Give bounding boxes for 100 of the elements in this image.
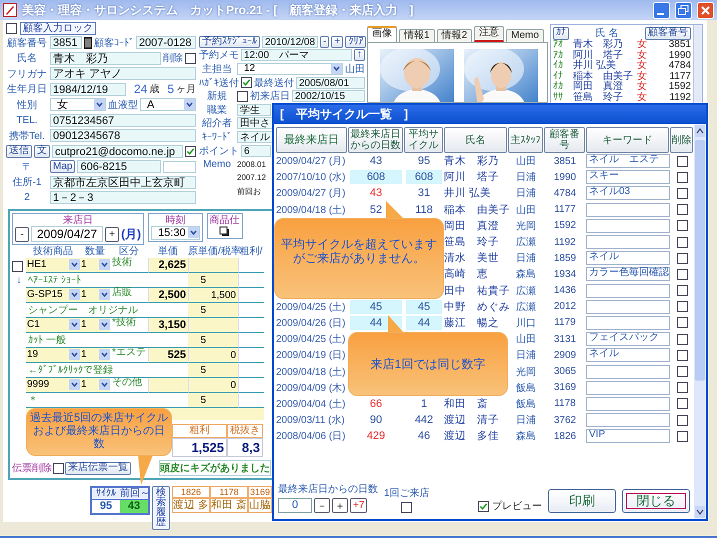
text-field[interactable]: 2007-0128 (136, 36, 196, 50)
checkbox[interactable] (237, 90, 248, 102)
product-code-dropdown[interactable]: C1 (26, 318, 80, 332)
restore-icon[interactable] (675, 2, 692, 18)
date-field[interactable]: 2009/04/27 (31, 226, 104, 242)
column-header[interactable]: キーワード (586, 127, 669, 153)
keyword-field[interactable]: カラー色毎回確認 (586, 267, 670, 282)
keyword-field[interactable]: ネイル エステ (586, 154, 670, 168)
text-field[interactable]: 606-8215 (77, 160, 161, 174)
tab[interactable]: 情報2 (436, 29, 472, 42)
column-header[interactable]: 氏名 (444, 127, 507, 153)
checkbox[interactable] (185, 146, 196, 157)
text-field[interactable]: 6 (241, 144, 271, 157)
quantity-dropdown[interactable]: 1 (80, 318, 110, 332)
text-field[interactable]: 1984/12/19 (50, 82, 126, 96)
customer-name[interactable]: 渡辺 多 (172, 498, 210, 512)
checkbox[interactable] (185, 52, 196, 64)
column-header[interactable]: 最終来店日 (276, 127, 347, 153)
checkbox[interactable] (676, 285, 688, 296)
customer-name[interactable]: 井川 弘美 (573, 61, 637, 72)
checkbox[interactable] (53, 462, 64, 474)
column-header[interactable]: 削除 (670, 127, 693, 153)
product-code-dropdown[interactable]: G-SP15 (26, 288, 80, 302)
keyword-field[interactable] (586, 284, 670, 298)
text-field[interactable]: 田中さ (237, 117, 273, 130)
customer-name[interactable]: 笹島 玲子 (573, 92, 637, 104)
keyword-field[interactable]: フェイスパック (586, 332, 670, 346)
step-button[interactable]: ＋ (332, 498, 348, 513)
keyword-field[interactable]: スキー (586, 170, 670, 184)
column-header[interactable]: 最終来店日からの日数 (348, 127, 403, 153)
kana-button[interactable]: ｶﾅ (553, 26, 569, 40)
checkbox[interactable] (676, 334, 688, 345)
checkbox[interactable] (241, 77, 252, 88)
customer-name[interactable]: 和田 斎 (210, 498, 248, 512)
search-history-button[interactable]: 検索履歴 (152, 486, 170, 530)
keyword-field[interactable] (586, 202, 670, 217)
next-day-button[interactable]: + (105, 226, 120, 242)
form-button[interactable]: - (320, 36, 330, 48)
checkbox[interactable] (676, 430, 688, 442)
print-button[interactable]: 印刷 (548, 489, 616, 513)
checkbox[interactable] (676, 350, 688, 361)
dropdown[interactable]: A (140, 98, 196, 112)
form-button[interactable]: Map (50, 160, 76, 174)
checkbox[interactable] (401, 502, 412, 513)
column-header[interactable]: 主ｽﾀｯﾌ (508, 127, 543, 153)
form-button[interactable]: + (331, 36, 344, 48)
customer-name[interactable]: 山脇 (248, 498, 272, 512)
checkbox[interactable] (676, 204, 688, 216)
customer-name[interactable]: 岡田 真澄 (573, 82, 637, 93)
text-field[interactable]: ネイル (237, 130, 273, 143)
scrollbar[interactable] (694, 124, 706, 519)
keyword-field[interactable]: ネイル (586, 348, 670, 362)
form-button[interactable]: 送信 (6, 144, 32, 158)
text-field[interactable]: cutpro21@docomo.ne.jp (52, 144, 183, 158)
text-field[interactable]: アオキ アヤノ (50, 67, 196, 80)
product-code-dropdown[interactable]: 19 (26, 348, 80, 362)
dropdown[interactable]: 女 (50, 98, 106, 112)
text-field[interactable]: 3851 (50, 36, 82, 50)
tab[interactable]: 注意 (474, 26, 504, 42)
checkbox[interactable] (676, 366, 688, 378)
text-field[interactable]: 学生 (237, 104, 271, 116)
text-field[interactable]: 2005/08/01 (296, 76, 365, 89)
keyword-field[interactable] (586, 364, 670, 379)
keyword-field[interactable] (586, 316, 670, 330)
scrollbar[interactable] (693, 25, 702, 106)
previous-day-button[interactable]: - (15, 226, 29, 242)
minimize-icon[interactable] (653, 2, 670, 18)
close-icon[interactable] (697, 2, 714, 18)
checkbox[interactable] (676, 382, 688, 394)
keyword-field[interactable] (586, 218, 670, 233)
checkbox[interactable] (676, 172, 688, 183)
number-button[interactable]: 顧客番号 (645, 26, 691, 40)
close-button[interactable]: 閉じる (622, 489, 690, 513)
product-code-dropdown[interactable]: 9999 (26, 378, 80, 392)
tab[interactable]: 情報1 (399, 29, 435, 42)
dropdown[interactable]: 15:30 (151, 226, 200, 240)
checkbox[interactable] (676, 301, 688, 312)
checkbox[interactable] (676, 398, 688, 410)
text-field[interactable] (162, 160, 196, 173)
quantity-dropdown[interactable]: 1 (80, 288, 110, 302)
checkbox[interactable] (676, 188, 688, 199)
checkbox[interactable] (676, 220, 688, 232)
checkbox[interactable] (676, 317, 688, 328)
keyword-field[interactable]: ネイル (586, 251, 670, 266)
text-field[interactable]: 12:00 パーマ (241, 49, 352, 62)
checkbox[interactable] (676, 268, 688, 280)
keyword-field[interactable] (586, 300, 670, 314)
text-field[interactable]: 0751234567 (50, 114, 196, 127)
text-field[interactable]: 2002/10/15 (292, 90, 365, 102)
checkbox[interactable] (12, 260, 23, 272)
keyword-field[interactable] (586, 413, 670, 428)
tab[interactable]: 画像 (367, 26, 397, 42)
keyword-field[interactable]: ネイル03 (586, 186, 670, 200)
checkbox[interactable] (6, 23, 17, 34)
tab[interactable]: Memo (506, 29, 544, 42)
memo-field[interactable]: 頭皮にキズがありました (159, 460, 271, 476)
text-field[interactable]: 青木 彩乃 (50, 52, 161, 65)
checkbox[interactable] (676, 414, 688, 426)
keyword-field[interactable]: VIP (586, 429, 670, 444)
text-field[interactable]: 京都市左京区田中上玄京町 (50, 176, 196, 189)
